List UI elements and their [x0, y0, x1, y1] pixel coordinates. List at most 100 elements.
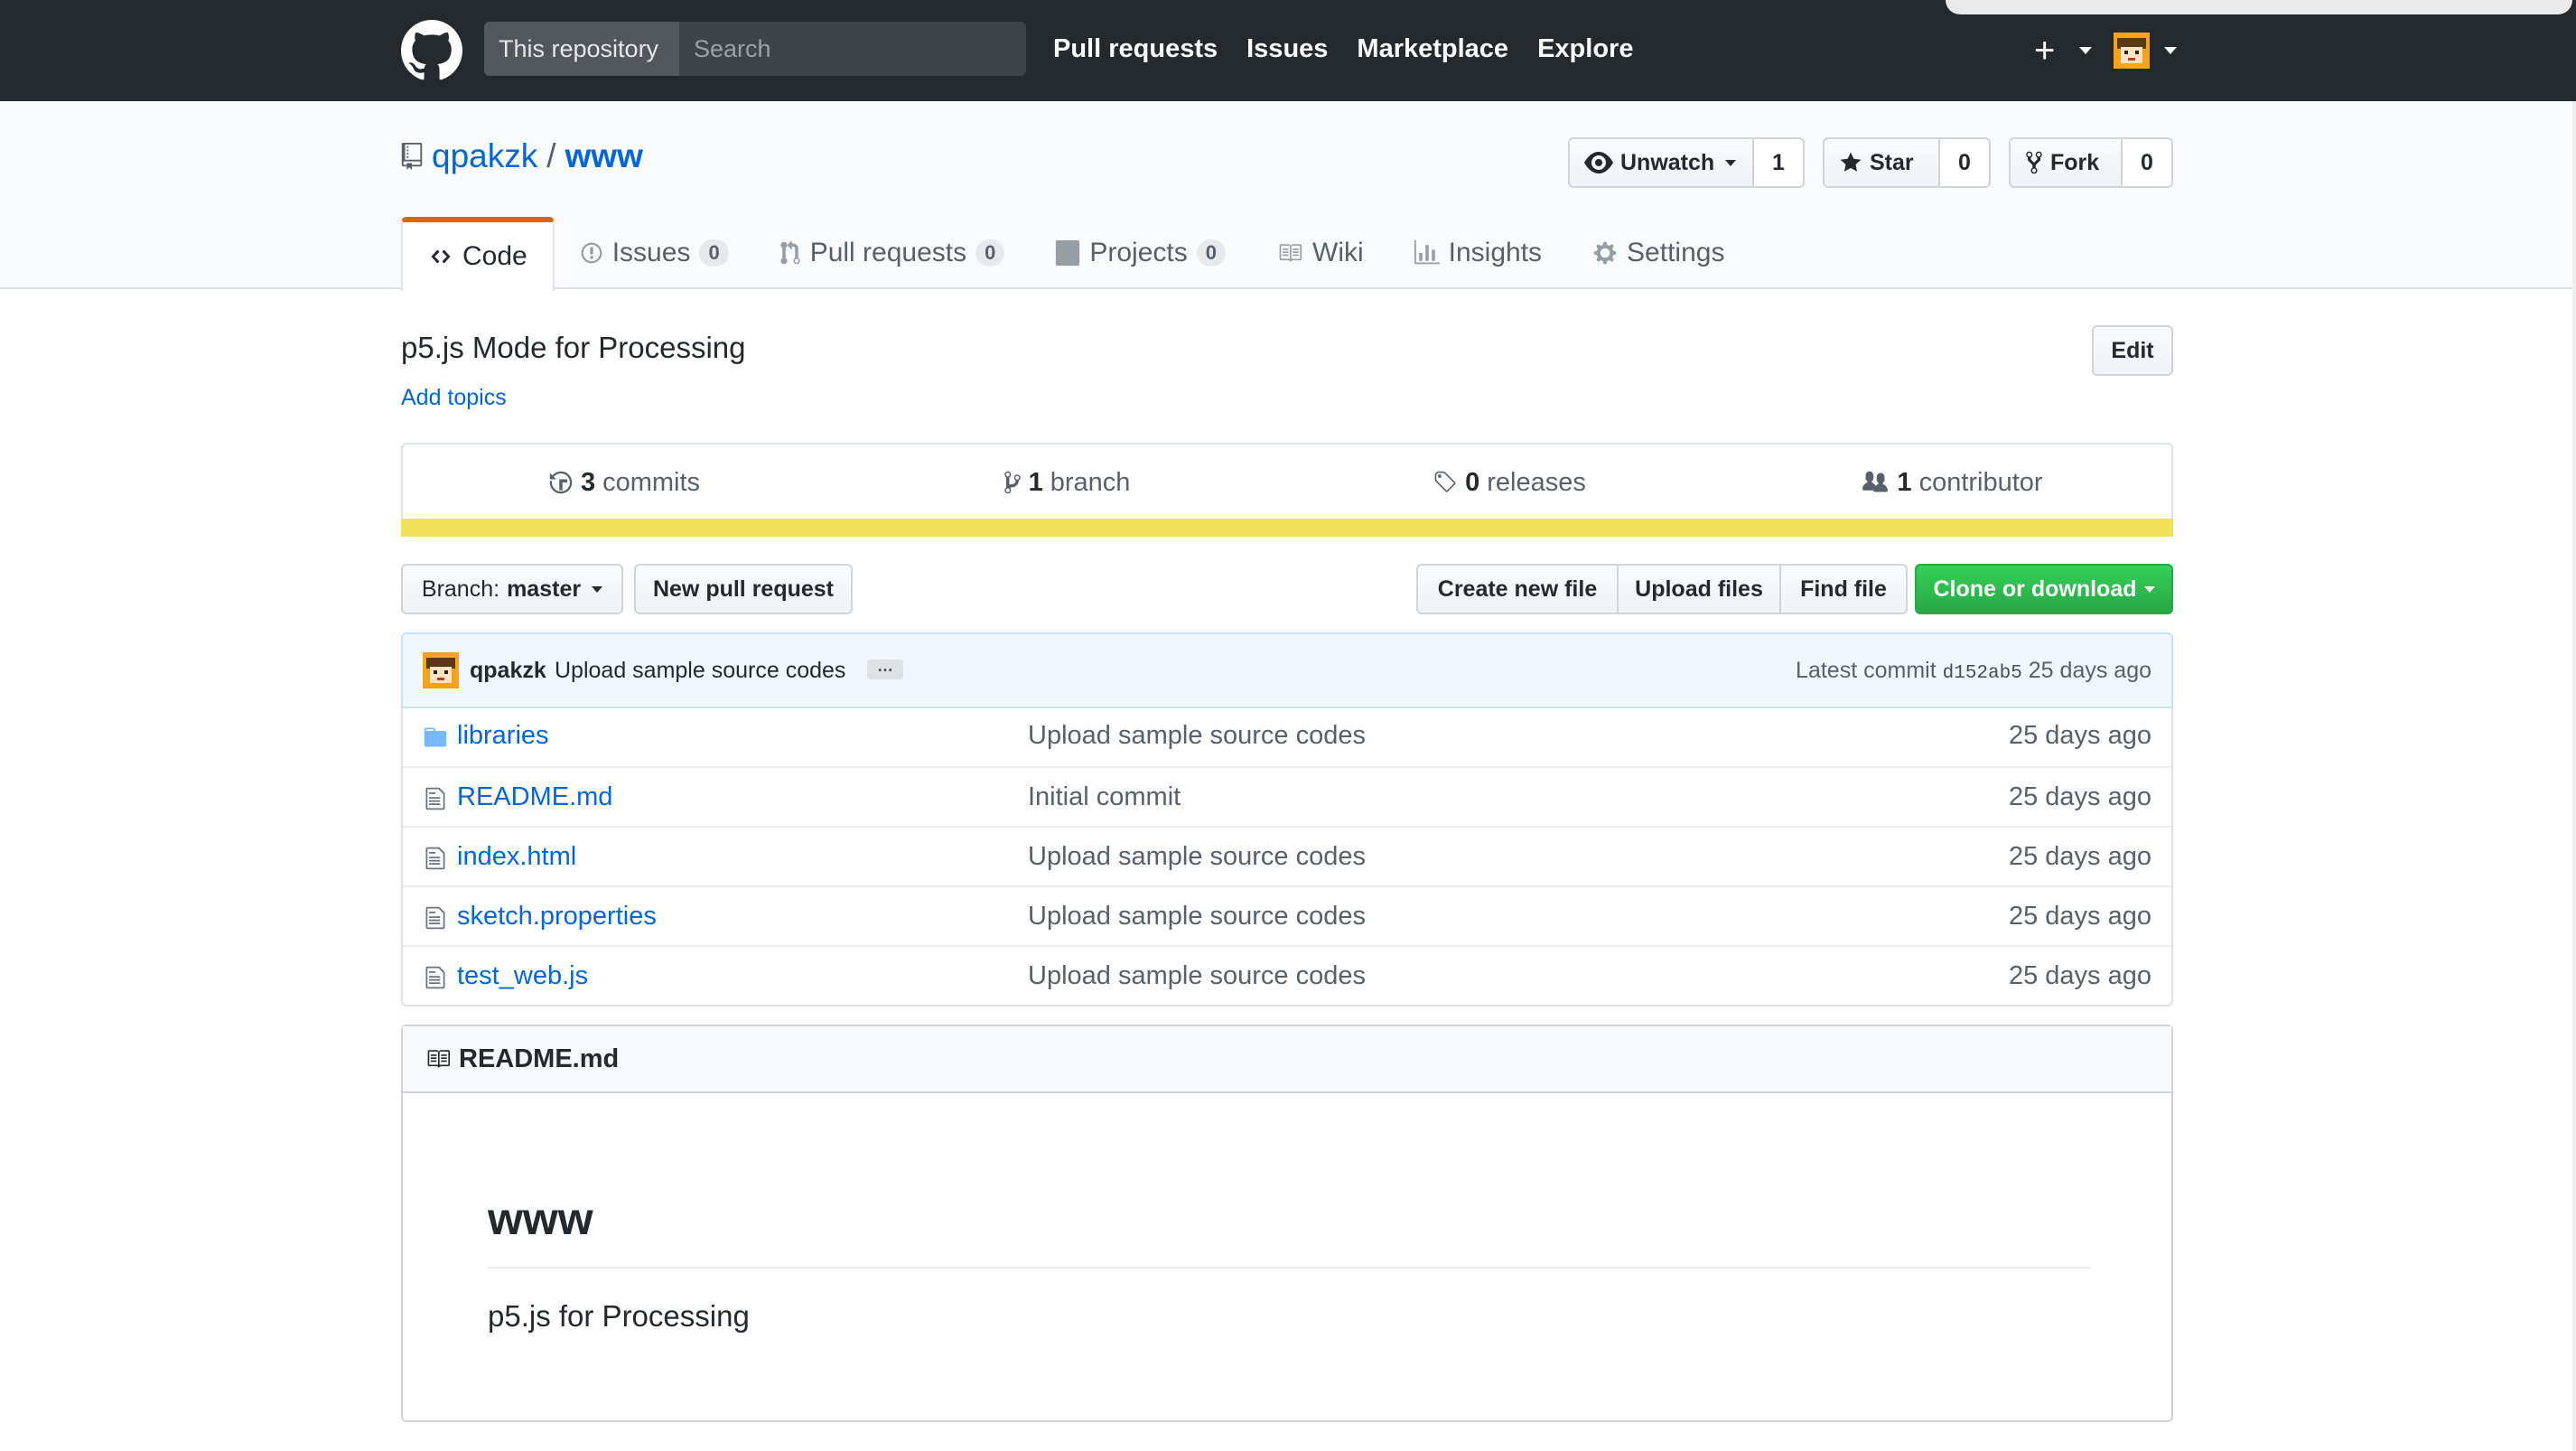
tab-insights-label: Insights: [1448, 238, 1543, 267]
eye-icon: [1584, 152, 1613, 173]
nav-pull-requests[interactable]: Pull requests: [1053, 29, 1218, 69]
watch-count[interactable]: 1: [1754, 137, 1805, 188]
commits-count: 3: [580, 467, 596, 497]
new-pull-request-button[interactable]: New pull request: [634, 564, 853, 614]
file-commit-message[interactable]: Initial commit: [1028, 782, 1181, 812]
file-commit-message[interactable]: Upload sample source codes: [1028, 842, 1366, 872]
branch-summary[interactable]: 1 branch: [845, 445, 1288, 520]
search-input[interactable]: [679, 22, 1026, 76]
nav-explore[interactable]: Explore: [1537, 29, 1633, 69]
history-icon: [549, 471, 573, 494]
author-avatar[interactable]: [423, 652, 459, 688]
fork-button[interactable]: Fork: [2009, 137, 2123, 188]
star-group: Star 0: [1823, 137, 1991, 188]
tab-wiki[interactable]: Wiki: [1251, 217, 1389, 289]
readme-title: README.md: [459, 1044, 620, 1073]
watch-group: Unwatch 1: [1568, 137, 1805, 188]
project-icon: [1056, 240, 1080, 266]
unwatch-button[interactable]: Unwatch: [1568, 137, 1754, 188]
upload-files-button[interactable]: Upload files: [1617, 564, 1781, 614]
latest-commit-label: Latest commit: [1796, 658, 1937, 683]
pull-request-icon: [780, 240, 800, 265]
file-commit-message[interactable]: Upload sample source codes: [1028, 961, 1366, 991]
branch-select-button[interactable]: Branch: master: [401, 564, 623, 614]
github-logo-icon[interactable]: [401, 20, 462, 81]
table-row: test_web.js Upload sample source codes 2…: [403, 945, 2171, 1005]
search-scope-label: This repository: [484, 22, 679, 76]
star-button[interactable]: Star: [1823, 137, 1940, 188]
star-icon: [1840, 152, 1862, 172]
clone-label: Clone or download: [1933, 576, 2137, 602]
file-commit-message[interactable]: Upload sample source codes: [1028, 902, 1366, 931]
user-menu-dropdown[interactable]: [2114, 33, 2177, 72]
tab-wiki-label: Wiki: [1312, 238, 1364, 267]
star-count[interactable]: 0: [1940, 137, 1991, 188]
file-icon: [425, 966, 445, 989]
contributors-summary[interactable]: 1 contributor: [1731, 445, 2173, 520]
releases-summary[interactable]: 0 releases: [1288, 445, 1731, 520]
latest-commit-bar: qpakzk Upload sample source codes … Late…: [401, 632, 2173, 708]
table-row: README.md Initial commit 25 days ago: [403, 766, 2171, 826]
file-age: 25 days ago: [2008, 721, 2151, 750]
add-topics-link[interactable]: Add topics: [401, 385, 507, 411]
repo-header: qpakzk / www Unwatch 1 Star 0 Fork 0 Cod…: [0, 101, 2576, 291]
caret-down-icon: [2079, 47, 2092, 54]
code-icon: [431, 249, 451, 264]
file-icon: [425, 847, 445, 870]
repo-owner-link[interactable]: qpakzk: [432, 137, 537, 175]
clone-or-download-button[interactable]: Clone or download: [1915, 564, 2173, 614]
tab-projects[interactable]: Projects 0: [1030, 217, 1251, 289]
create-new-dropdown[interactable]: +: [2034, 33, 2092, 69]
readme-heading: www: [488, 1194, 593, 1244]
edit-description-button[interactable]: Edit: [2092, 325, 2173, 376]
tab-settings[interactable]: Settings: [1567, 217, 1750, 289]
tab-pull-requests[interactable]: Pull requests 0: [754, 217, 1031, 289]
commit-sha[interactable]: d152ab5: [1943, 663, 2022, 684]
star-label: Star: [1870, 149, 1914, 175]
tab-insights[interactable]: Insights: [1389, 217, 1567, 289]
table-row: sketch.properties Upload sample source c…: [403, 885, 2171, 945]
fork-count[interactable]: 0: [2123, 137, 2173, 188]
branch-count: 1: [1028, 467, 1043, 497]
find-file-button[interactable]: Find file: [1779, 564, 1908, 614]
plus-icon: +: [2034, 31, 2056, 70]
page-scrollbar[interactable]: [2572, 101, 2576, 1451]
file-name-link[interactable]: test_web.js: [457, 961, 588, 991]
commit-author[interactable]: qpakzk: [470, 658, 546, 684]
file-name-link[interactable]: sketch.properties: [457, 902, 657, 931]
create-new-file-button[interactable]: Create new file: [1416, 564, 1619, 614]
header-nav: Pull requests Issues Marketplace Explore: [1053, 29, 1633, 69]
file-name-link[interactable]: README.md: [457, 782, 612, 812]
contributor-count: 1: [1897, 467, 1912, 497]
nav-marketplace[interactable]: Marketplace: [1357, 29, 1508, 69]
branch-name: master: [507, 576, 582, 602]
file-icon: [425, 906, 445, 930]
commits-summary[interactable]: 3 commits: [403, 445, 845, 520]
file-name-link[interactable]: libraries: [457, 721, 549, 751]
file-icon: [425, 787, 445, 810]
caret-down-icon: [2164, 47, 2177, 54]
commits-label: commits: [602, 467, 701, 497]
fork-group: Fork 0: [2009, 137, 2173, 188]
file-name-link[interactable]: index.html: [457, 842, 576, 872]
tag-icon: [1434, 471, 1456, 492]
file-commit-message[interactable]: Upload sample source codes: [1028, 721, 1366, 751]
releases-label: releases: [1487, 467, 1586, 497]
unwatch-label: Unwatch: [1620, 149, 1715, 175]
table-row: libraries Upload sample source codes 25 …: [403, 707, 2171, 766]
repo-title: qpakzk / www: [401, 137, 643, 175]
graph-icon: [1414, 240, 1440, 265]
contributor-label: contributor: [1918, 467, 2043, 497]
repo-name-link[interactable]: www: [565, 137, 643, 175]
language-bar[interactable]: [401, 519, 2173, 537]
gear-icon: [1593, 241, 1617, 265]
search-box: This repository: [484, 22, 1026, 76]
tab-issues[interactable]: Issues 0: [555, 217, 754, 289]
tab-code-label: Code: [462, 241, 527, 271]
commit-expand-button[interactable]: …: [867, 658, 903, 679]
tab-code[interactable]: Code: [401, 217, 555, 291]
repo-description: p5.js Mode for Processing: [401, 331, 746, 364]
commit-message[interactable]: Upload sample source codes: [555, 658, 845, 684]
readme-header: README.md: [403, 1026, 2171, 1093]
nav-issues[interactable]: Issues: [1246, 29, 1328, 69]
